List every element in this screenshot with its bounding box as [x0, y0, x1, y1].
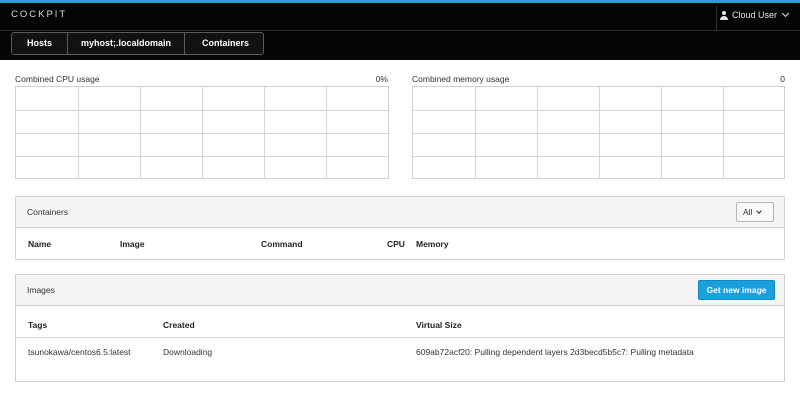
container-filter-dropdown[interactable]: All	[736, 202, 774, 222]
column-header-memory[interactable]: Memory	[416, 239, 449, 249]
memory-usage-value: 0	[780, 74, 785, 84]
images-panel: Images Get new image Tags Created Virtua…	[15, 274, 785, 382]
containers-title: Containers	[27, 207, 69, 217]
column-header-command[interactable]: Command	[261, 239, 303, 249]
column-header-name[interactable]: Name	[28, 239, 51, 249]
breadcrumb-containers[interactable]: Containers	[185, 33, 263, 54]
user-icon	[719, 10, 728, 20]
image-tag[interactable]: tsunokawa/centos6.5:latest	[28, 345, 131, 360]
table-header-divider	[16, 337, 784, 338]
chevron-down-icon	[781, 9, 790, 18]
user-menu[interactable]: Cloud User	[719, 9, 790, 20]
top-navigation-bar: COCKPIT Cloud User Hosts myhost;.localdo…	[0, 0, 800, 60]
breadcrumb-hosts[interactable]: Hosts	[12, 33, 68, 54]
memory-usage-label: Combined memory usage	[412, 74, 510, 84]
breadcrumb-host[interactable]: myhost;.localdomain	[68, 33, 185, 54]
app-brand[interactable]: COCKPIT	[11, 9, 67, 20]
breadcrumb: Hosts myhost;.localdomain Containers	[11, 32, 264, 55]
containers-panel-header: Containers All	[16, 197, 784, 228]
image-virtual-size: 609ab72acf20: Pulling dependent layers 2…	[416, 347, 694, 357]
images-panel-header: Images Get new image	[16, 275, 784, 306]
get-new-image-button[interactable]: Get new image	[698, 280, 775, 300]
user-menu-divider	[716, 6, 717, 30]
column-header-image[interactable]: Image	[120, 239, 145, 249]
chevron-down-icon	[756, 208, 763, 214]
column-header-created[interactable]: Created	[163, 320, 195, 330]
images-title: Images	[27, 285, 55, 295]
user-name: Cloud User	[731, 10, 777, 20]
cpu-usage-value: 0%	[375, 74, 388, 84]
cpu-usage-label: Combined CPU usage	[15, 74, 100, 84]
image-created: Downloading	[163, 347, 213, 357]
container-filter-label: All	[743, 207, 753, 217]
column-header-virtual-size[interactable]: Virtual Size	[416, 320, 462, 330]
cpu-usage-graph	[15, 86, 389, 179]
column-header-cpu[interactable]: CPU	[387, 239, 405, 249]
containers-panel: Containers All Name Image Command CPU Me…	[15, 196, 785, 260]
column-header-tags[interactable]: Tags	[28, 320, 47, 330]
header-divider	[0, 30, 800, 31]
memory-usage-graph	[412, 86, 785, 179]
